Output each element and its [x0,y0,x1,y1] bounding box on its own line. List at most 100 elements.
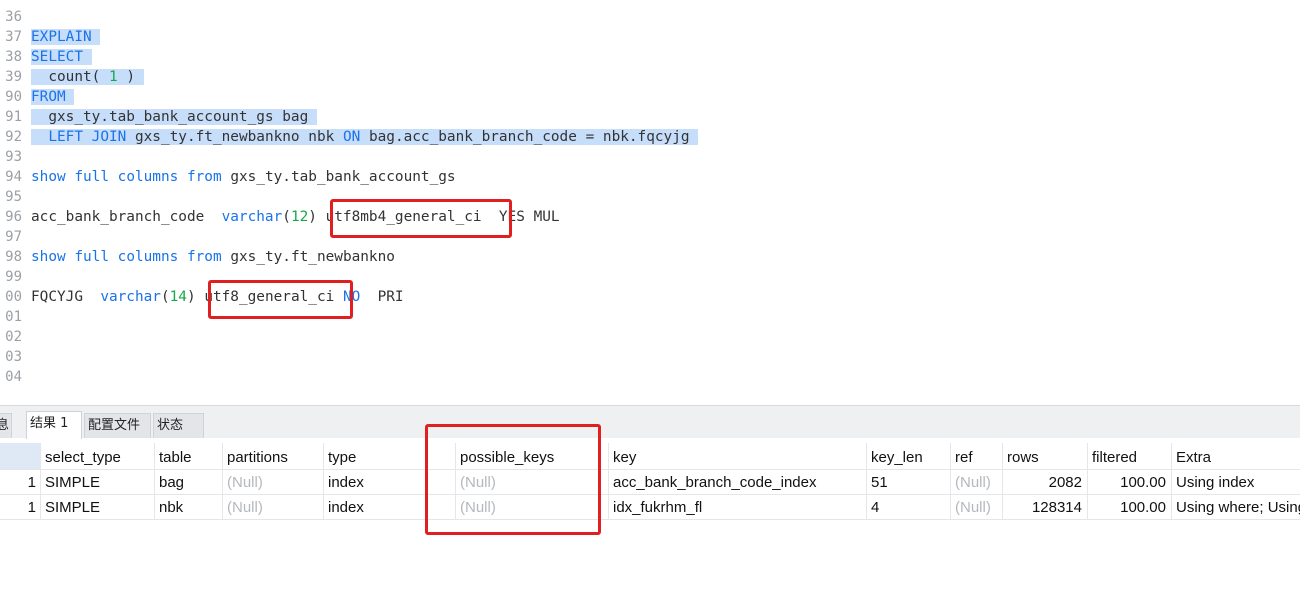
line-number: 97 [0,227,22,247]
sql-keyword: EXPLAIN [31,29,92,45]
sql-keyword: show [31,249,66,265]
row-selector-header[interactable] [0,443,40,469]
tab-message[interactable]: 息 [0,413,12,438]
line-number: 96 [0,207,22,227]
sql-keyword: ON [342,129,361,145]
grid-cell[interactable]: 100.00 [1087,495,1171,519]
result-panel: 息 结果 1 配置文件 状态 select_type table partition… [0,405,1300,591]
grid-cell[interactable]: 100.00 [1087,470,1171,494]
grid-cell[interactable]: idx_fukrhm_fl [608,495,866,519]
grid-cell[interactable]: (Null) [950,495,1002,519]
row-number[interactable]: 1 [0,470,40,494]
grid-cell[interactable]: acc_bank_branch_code_index [608,470,866,494]
selected-text: EXPLAIN [31,29,101,45]
line-number: 36 [0,7,22,27]
sql-token: count [48,69,92,85]
line-number-text: 90 [5,89,22,105]
grid-cell[interactable]: (Null) [950,470,1002,494]
line-number-text: 39 [5,69,22,85]
column-header[interactable]: ref [950,443,1002,469]
sql-keyword: FROM [31,89,66,105]
tab-status[interactable]: 状态 [153,413,204,438]
grid-cell[interactable]: 51 [866,470,950,494]
grid-header-row: select_type table partitions type possible_k… [0,443,1300,470]
sql-token: ) [308,209,317,225]
code-line[interactable]: FROM [31,87,75,107]
grid-cell[interactable]: nbk [154,495,222,519]
code-line[interactable]: count( 1 ) [31,67,144,87]
sql-token: bag [282,109,309,125]
sql-token: gxs_ty.tab_bank_account_gs [230,169,456,185]
tab-result-1[interactable]: 结果 1 [26,411,82,439]
sql-keyword: LEFT [48,129,83,145]
code-line[interactable]: SELECT [31,47,92,67]
grid-cell[interactable]: Using where; Using join buffer (Block Ne… [1171,495,1300,519]
sql-token: MUL [533,209,560,225]
code-line[interactable]: LEFT JOIN gxs_ty.ft_newbankno nbk ON bag… [31,127,699,147]
tab-profile[interactable]: 配置文件 [84,413,151,438]
selected-text: SELECT [31,49,92,65]
grid-cell[interactable]: SIMPLE [40,470,154,494]
table-row[interactable]: 1 SIMPLE bag (Null) index (Null) acc_bank_bran… [0,470,1300,495]
sql-editor[interactable]: 36 37 38 39 90 91 92 93 94 95 96 97 98 99 00 01 02 03 04 EX… [0,0,1300,405]
sql-token: = [585,129,595,145]
line-number-text: 38 [5,49,22,65]
grid-cell[interactable]: 4 [866,495,950,519]
line-number: 39 [0,67,22,87]
line-number-text: 02 [5,329,22,345]
line-number: 99 [0,267,22,287]
column-header[interactable]: key [608,443,866,469]
grid-cell[interactable]: (Null) [222,470,323,494]
grid-cell[interactable]: SIMPLE [40,495,154,519]
column-header[interactable]: key_len [866,443,950,469]
grid-cell[interactable]: (Null) [222,495,323,519]
column-header[interactable]: Extra [1171,443,1300,469]
sql-keyword: from [186,249,222,265]
sql-keyword: varchar [221,209,283,225]
line-number-text: 00 [5,289,22,305]
code-line[interactable]: show full columns from gxs_ty.tab_bank_a… [31,167,456,187]
grid-cell[interactable]: bag [154,470,222,494]
selected-text: LEFT JOIN gxs_ty.ft_newbankno nbk ON bag… [31,129,699,145]
line-number-text: 04 [5,369,22,385]
grid-cell[interactable]: Using index [1171,470,1300,494]
table-row[interactable]: 1 SIMPLE nbk (Null) index (Null) idx_fukrhm_fl… [0,495,1300,520]
highlight-box-collation-1 [330,199,512,238]
column-header[interactable]: filtered [1087,443,1171,469]
selected-text: count( 1 ) [31,69,144,85]
line-number-text: 36 [5,9,22,25]
grid-cell[interactable]: 128314 [1002,495,1087,519]
grid-cell[interactable]: 2082 [1002,470,1087,494]
code-line[interactable]: EXPLAIN [31,27,101,47]
sql-token: nbk.fqcyjg [602,129,690,145]
selected-text: gxs_ty.tab_bank_account_gs bag [31,109,317,125]
line-number-text: 37 [5,29,22,45]
column-header[interactable]: select_type [40,443,154,469]
line-number-text: 97 [5,229,22,245]
column-header[interactable]: partitions [222,443,323,469]
column-header[interactable]: table [154,443,222,469]
sql-token: gxs_ty.tab_bank_account_gs [48,109,274,125]
line-number: 03 [0,347,22,367]
sql-token: ) [186,289,196,305]
row-number[interactable]: 1 [0,495,40,519]
line-number: 01 [0,307,22,327]
code-line[interactable]: show full columns from gxs_ty.ft_newbank… [31,247,395,267]
code-line[interactable]: gxs_ty.tab_bank_account_gs bag [31,107,317,127]
sql-token: ( [282,209,291,225]
sql-keyword: SELECT [31,49,83,65]
line-number: 90 [0,87,22,107]
column-header[interactable]: rows [1002,443,1087,469]
